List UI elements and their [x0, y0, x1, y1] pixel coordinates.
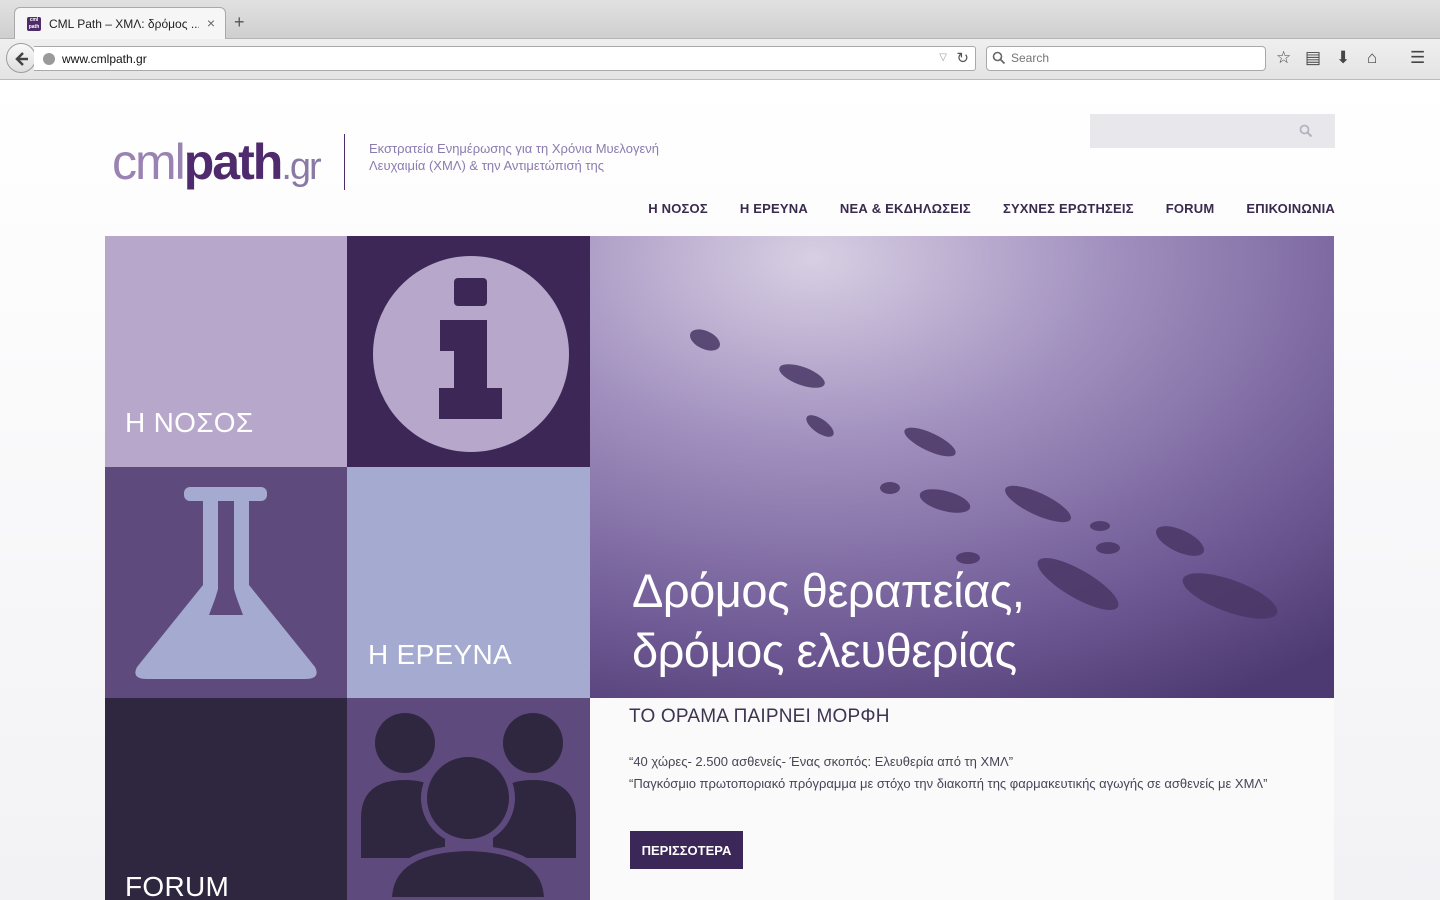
hero-line-1: Δρόμος θεραπείας,	[632, 564, 1025, 617]
back-arrow-icon	[15, 52, 28, 66]
nav-item-disease[interactable]: Η ΝΟΣΟΣ	[648, 201, 708, 216]
read-more-button[interactable]: ΠΕΡΙΣΣΟΤΕΡΑ	[630, 831, 743, 869]
browser-search-input[interactable]	[1009, 50, 1253, 66]
site-search-box[interactable]	[1090, 114, 1335, 148]
news-title[interactable]: ΤΟ ΟΡΑΜΑ ΠΑΙΡΝΕΙ ΜΟΡΦΗ	[629, 706, 890, 728]
tile-forum-label: FORUM	[125, 871, 230, 900]
flask-icon	[135, 487, 317, 679]
tile-disease[interactable]: Η ΝΟΣΟΣ	[105, 236, 347, 467]
site-tagline: Εκστρατεία Ενημέρωσης για τη Χρόνια Μυελ…	[369, 140, 699, 174]
nav-item-forum[interactable]: FORUM	[1166, 201, 1215, 216]
favicon-icon: cml path	[27, 17, 41, 31]
news-quote-1: “40 χώρες- 2.500 ασθενείς- Ένας σκοπός: …	[629, 754, 1014, 769]
tab-close-icon[interactable]: ×	[207, 15, 215, 31]
tab-title: CML Path – ΧΜΛ: δρόμος ...	[49, 17, 199, 31]
tile-research-label: Η ΕΡΕΥΝΑ	[368, 639, 512, 670]
news-section: ΤΟ ΟΡΑΜΑ ΠΑΙΡΝΕΙ ΜΟΡΦΗ “40 χώρες- 2.500 …	[590, 698, 1334, 900]
tile-research[interactable]: Η ΕΡΕΥΝΑ	[347, 467, 590, 698]
logo-part-gr: .gr	[281, 146, 321, 188]
logo-part-cml: cml	[112, 134, 186, 190]
globe-icon	[43, 53, 55, 65]
hero-headline: Δρόμος θεραπείας, δρόμος ελευθερίας	[632, 561, 1025, 681]
downloads-icon[interactable]: ⬇	[1336, 49, 1350, 67]
tile-disease-label: Η ΝΟΣΟΣ	[125, 407, 254, 438]
nav-item-contact[interactable]: ΕΠΙΚΟΙΝΩΝΙΑ	[1246, 201, 1335, 216]
bookmark-star-icon[interactable]: ☆	[1276, 49, 1291, 67]
new-tab-icon[interactable]: +	[234, 13, 245, 31]
back-button[interactable]	[6, 43, 36, 73]
people-group-icon	[361, 713, 576, 900]
news-quote-2: “Παγκόσμιο πρωτοποριακό πρόγραμμα με στό…	[629, 776, 1268, 791]
tile-community[interactable]	[347, 698, 590, 900]
url-text: www.cmlpath.gr	[62, 52, 147, 66]
hero-banner[interactable]: Δρόμος θεραπείας, δρόμος ελευθερίας	[590, 236, 1334, 698]
tile-forum[interactable]: FORUM	[105, 698, 347, 900]
nav-item-research[interactable]: Η ΕΡΕΥΝΑ	[740, 201, 808, 216]
address-bar[interactable]: www.cmlpath.gr ▽ ↻	[34, 46, 976, 71]
site-logo[interactable]: cmlpath.gr	[112, 132, 322, 197]
nav-item-news-events[interactable]: ΝΕΑ & ΕΚΔΗΛΩΣΕΙΣ	[840, 201, 971, 216]
main-navigation: Η ΝΟΣΟΣ Η ΕΡΕΥΝΑ ΝΕΑ & ΕΚΔΗΛΩΣΕΙΣ ΣΥΧΝΕΣ…	[648, 201, 1335, 216]
tile-lab[interactable]	[105, 467, 347, 698]
hamburger-menu-icon[interactable]: ☰	[1410, 49, 1425, 67]
home-icon[interactable]: ⌂	[1367, 49, 1377, 67]
search-icon	[992, 51, 1006, 65]
tagline-line-1: Εκστρατεία Ενημέρωσης για τη Χρόνια Μυελ…	[369, 141, 659, 156]
tagline-line-2: Λευχαιμία (ΧΜΛ) & την Αντιμετώπισή της	[369, 158, 604, 173]
logo-divider	[344, 134, 345, 190]
browser-tab-bar: cml path CML Path – ΧΜΛ: δρόμος ... × +	[0, 0, 1440, 39]
browser-search-bar[interactable]	[986, 46, 1266, 71]
tile-info[interactable]	[347, 236, 590, 467]
site-search-input[interactable]	[1100, 122, 1294, 139]
history-dropdown-icon[interactable]: ▽	[939, 52, 947, 63]
search-icon[interactable]	[1299, 124, 1313, 138]
browser-navigation-bar: www.cmlpath.gr ▽ ↻ ☆ ▤ ⬇ ⌂ ☰	[0, 39, 1440, 80]
info-icon	[373, 256, 569, 452]
logo-part-path: path	[183, 134, 284, 190]
nav-item-faq[interactable]: ΣΥΧΝΕΣ ΕΡΩΤΗΣΕΙΣ	[1003, 201, 1134, 216]
browser-tab-active[interactable]: cml path CML Path – ΧΜΛ: δρόμος ... ×	[14, 7, 226, 39]
web-page: cmlpath.gr Εκστρατεία Ενημέρωσης για τη …	[0, 80, 1440, 900]
reload-icon[interactable]: ↻	[956, 49, 969, 67]
bookmarks-menu-icon[interactable]: ▤	[1305, 49, 1321, 67]
hero-line-2: δρόμος ελευθερίας	[632, 624, 1017, 677]
